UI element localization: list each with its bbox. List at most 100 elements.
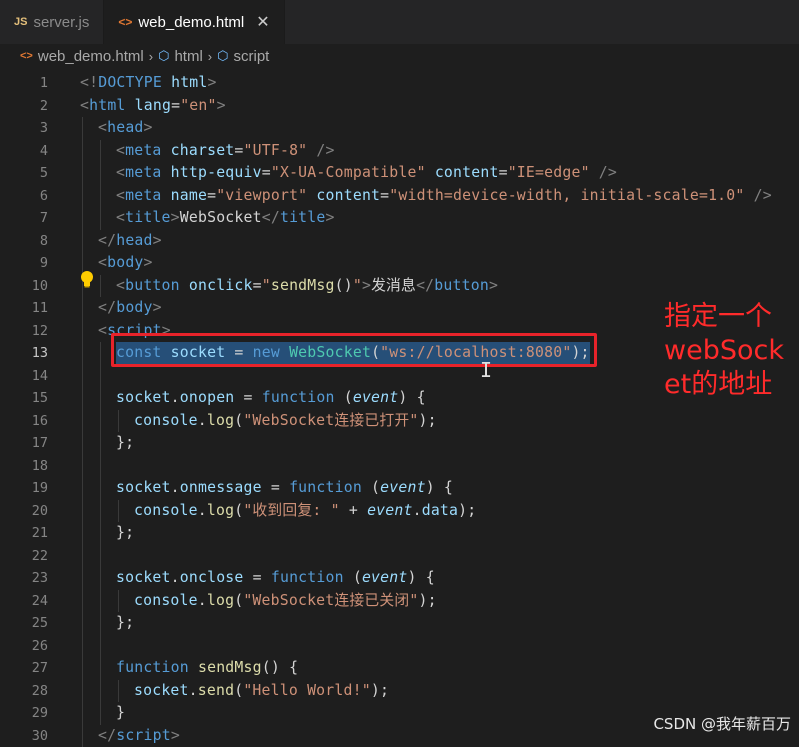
indent-guide [100,680,101,703]
code-line[interactable]: 16console.log("WebSocket连接已打开"); [0,410,799,433]
code-line[interactable]: 27function sendMsg() { [0,657,799,680]
code-token: < [116,187,125,204]
code-line[interactable]: 4 <meta charset="UTF-8" /> [0,140,799,163]
indent-guide [82,387,83,410]
code-token: ( [234,682,243,699]
indent-guide [82,207,83,230]
code-text: console.log("收到回复: " + event.data); [134,500,476,523]
code-token: < [116,209,125,226]
line-number: 4 [0,140,48,163]
code-line[interactable]: 23socket.onclose = function (event) { [0,567,799,590]
code-token: < [116,142,125,159]
code-line[interactable]: 22 [0,545,799,568]
code-line[interactable]: 8</head> [0,230,799,253]
code-line[interactable]: 10<button onclick="sendMsg()">发消息</butto… [0,275,799,298]
code-token: onmessage [180,479,262,496]
close-icon[interactable]: ✕ [256,12,269,32]
tab-web-demo-html[interactable]: <> web_demo.html ✕ [104,0,284,44]
code-token: < [98,254,107,271]
code-token: ) { [426,479,453,496]
indent-guide [100,635,101,658]
indent-guide [100,162,101,185]
code-line[interactable]: 19socket.onmessage = function (event) { [0,477,799,500]
line-number: 14 [0,365,48,388]
code-token: button [434,277,489,294]
code-token: "WebSocket连接已打开" [243,412,418,429]
code-token: > [153,299,162,316]
line-number: 3 [0,117,48,140]
code-token: data [422,502,458,519]
indent-guide [100,185,101,208]
tab-server-js[interactable]: JS server.js [0,0,104,44]
code-token: /> [590,164,617,181]
indent-guide [118,500,119,523]
line-number: 24 [0,590,48,613]
code-token: > [362,277,371,294]
code-line[interactable]: 24console.log("WebSocket连接已关闭"); [0,590,799,613]
breadcrumb-file[interactable]: web_demo.html [38,48,144,65]
line-number: 1 [0,72,48,95]
code-token: WebSocket [180,209,262,226]
code-token: </ [416,277,434,294]
code-line[interactable]: 18 [0,455,799,478]
code-line[interactable]: 26 [0,635,799,658]
code-token: "IE=edge" [508,164,590,181]
code-line[interactable]: 21}; [0,522,799,545]
code-text: <meta http-equiv="X-UA-Compatible" conte… [116,162,617,185]
code-token: meta [125,187,161,204]
code-line[interactable]: 2<html lang="en"> [0,95,799,118]
code-token: = [380,187,389,204]
code-token: ( [344,569,362,586]
indent-guide [82,230,83,253]
code-editor[interactable]: 1<!DOCTYPE html>2<html lang="en">3<head>… [0,68,799,740]
annotation-text: 指定一个webSocket的地址 [664,300,789,402]
indent-guide [100,612,101,635]
javascript-file-icon: JS [14,16,27,28]
code-token: = [244,569,271,586]
code-line[interactable]: 6<meta name="viewport" content="width=de… [0,185,799,208]
breadcrumb-script[interactable]: script [234,48,270,65]
lightbulb-icon[interactable] [80,270,94,288]
code-token: function [271,569,344,586]
code-line[interactable]: 9<body> [0,252,799,275]
line-number: 19 [0,477,48,500]
code-token: ( [234,592,243,609]
code-token: = [207,187,216,204]
code-token: head [107,119,143,136]
code-token: > [217,97,226,114]
code-text: socket.send("Hello World!"); [134,680,389,703]
code-line[interactable]: 1<!DOCTYPE html> [0,72,799,95]
line-number: 13 [0,342,48,365]
code-line[interactable]: 25}; [0,612,799,635]
code-token: > [171,727,180,744]
code-token: meta [125,142,161,159]
code-token [189,659,198,676]
code-token: }; [116,524,134,541]
breadcrumb-html[interactable]: html [174,48,202,65]
line-number: 20 [0,500,48,523]
code-line[interactable]: 3<head> [0,117,799,140]
code-token: " [353,277,362,294]
code-line[interactable]: 17}; [0,432,799,455]
code-text: <button onclick="sendMsg()">发消息</button> [116,275,498,298]
indent-guide [100,522,101,545]
code-token: ( [234,502,243,519]
code-token: > [171,209,180,226]
code-line[interactable]: 7<title>WebSocket</title> [0,207,799,230]
code-line[interactable]: 5<meta http-equiv="X-UA-Compatible" cont… [0,162,799,185]
code-text: <meta charset="UTF-8" /> [116,140,335,163]
code-token: socket [116,479,171,496]
code-token: () [335,277,353,294]
line-number: 26 [0,635,48,658]
code-token: onclick [180,277,253,294]
line-number: 12 [0,320,48,343]
indent-guide [82,567,83,590]
code-token: body [116,299,152,316]
code-token: < [116,164,125,181]
code-line[interactable]: 20 console.log("收到回复: " + event.data); [0,500,799,523]
line-number: 6 [0,185,48,208]
indent-guide [82,455,83,478]
code-token: . [171,569,180,586]
code-line[interactable]: 28socket.send("Hello World!"); [0,680,799,703]
code-token: + [340,502,367,519]
